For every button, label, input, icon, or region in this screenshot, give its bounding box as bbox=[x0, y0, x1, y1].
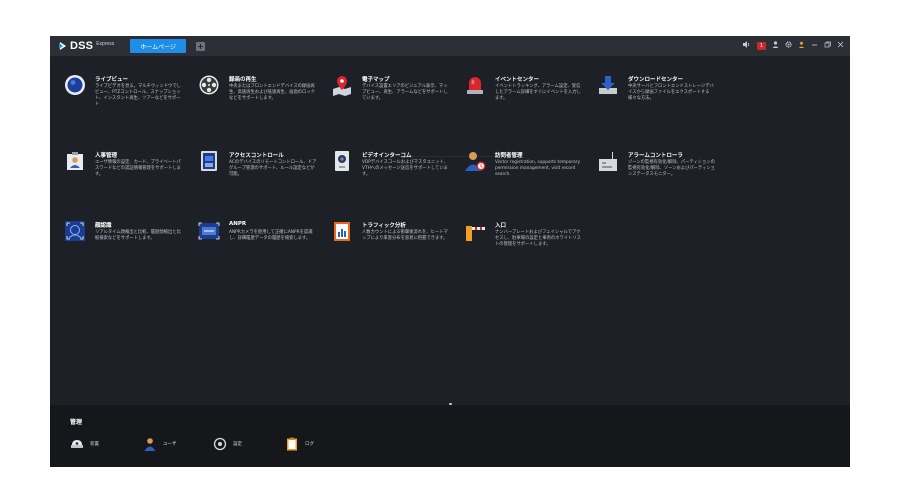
management-item-label: ユーザ bbox=[163, 442, 177, 447]
management-item-logs[interactable]: ログ bbox=[285, 437, 314, 451]
user-icon[interactable] bbox=[772, 36, 779, 56]
module-face-recognition[interactable]: 顔認識 リアルタイム顔検出と比較、履歴顔検出と比較検索などをサポートします。 bbox=[64, 220, 189, 270]
module-title: イベントセンター bbox=[495, 77, 540, 83]
visitor-icon bbox=[465, 152, 486, 171]
management-item-label: 装置 bbox=[90, 442, 99, 447]
user-icon bbox=[144, 438, 156, 451]
module-playback[interactable]: 録画の再生 中央またはフロントエンドデバイスの録画再生、高速再生および低速再生、… bbox=[198, 74, 323, 124]
module-description: 中央サーバとフロントエンドストレージデバイスから録画ファイルをエクスポートする様… bbox=[628, 84, 714, 101]
module-access-control[interactable]: アクセスコントロール ACのデバイスのリモートコントロール、ドアグループ管理のサ… bbox=[198, 150, 323, 200]
module-title: 録画の再生 bbox=[229, 77, 257, 83]
module-title: アラームコントローラ bbox=[628, 153, 683, 159]
module-title: ライブビュー bbox=[95, 77, 129, 83]
module-description: デバイス設置エリアのビジュアル表示、マップビュー、再生、アラームなどをサポートし… bbox=[362, 84, 448, 101]
license-plate-icon bbox=[198, 222, 220, 240]
module-description: ユーザ情報の設定、カード、プライベートパスワードなどの認証情報管理をサポートしま… bbox=[95, 160, 181, 177]
clipboard-icon bbox=[287, 437, 297, 451]
minimize-icon[interactable] bbox=[811, 36, 818, 56]
intercom-icon bbox=[335, 151, 349, 171]
module-visitor-management[interactable]: 訪問者管理 Visitor registration, supports tem… bbox=[464, 150, 589, 200]
logo-icon bbox=[59, 42, 66, 50]
module-description: VDPデバイスコールおよびマスタユニット、VTHへのメッセージ送信をサポートして… bbox=[362, 160, 448, 177]
module-title: 入口 bbox=[495, 223, 507, 229]
module-video-intercom[interactable]: ビデオインターコム VDPデバイスコールおよびマスタユニット、VTHへのメッセー… bbox=[331, 150, 456, 200]
management-item-label: ログ bbox=[305, 442, 314, 447]
speaker-icon[interactable] bbox=[742, 36, 751, 56]
logo-text: DSS bbox=[70, 40, 94, 52]
module-personnel[interactable]: 人事管理 ユーザ情報の設定、カード、プライベートパスワードなどの認証情報管理をサ… bbox=[64, 150, 189, 200]
module-event-center[interactable]: イベントセンター イベントトラッキング、アラーム設定、受信したアラーム詳細をすぐ… bbox=[464, 74, 589, 124]
add-tab-button[interactable]: + bbox=[195, 41, 205, 51]
id-card-icon bbox=[67, 152, 83, 170]
module-description: Visitor registration, supports temporary… bbox=[495, 160, 581, 177]
bar-chart-icon bbox=[334, 222, 350, 241]
app-window: DSS Express ホームページ + 1 ライブビュー ライブビデオを見る。… bbox=[50, 36, 850, 467]
management-panel: 管理 装置 ユーザ 設定 ログ bbox=[50, 405, 850, 467]
module-title: 電子マップ bbox=[362, 77, 390, 83]
module-description: ACのデバイスのリモートコントロール、ドアグループ管理のサポート、ルール設定など… bbox=[229, 160, 317, 177]
module-alarm-controller[interactable]: アラームコントローラ ゾーンの監視有効化/解除、パーティションの監視有効化/解除… bbox=[597, 150, 722, 200]
module-description: ライブビデオを見る。マルチウィンドウでしビュー、PTZコントロール、スナップショ… bbox=[95, 84, 181, 107]
module-anpr[interactable]: ANPR ANPRカメラを使用して正確にANPRを認識し、詳細履歴データの履歴を… bbox=[198, 220, 323, 270]
management-item-label: 設定 bbox=[233, 442, 242, 447]
restore-icon[interactable] bbox=[824, 36, 831, 56]
title-bar-controls: 1 bbox=[742, 36, 844, 56]
access-panel-icon bbox=[201, 151, 217, 171]
module-description: ナンバープレートおよびフェイシャルでアクセスし、駐車場の設定と車両のホワイトリス… bbox=[495, 230, 581, 247]
film-reel-icon bbox=[199, 75, 219, 95]
management-item-devices[interactable]: 装置 bbox=[70, 437, 99, 451]
module-entrance[interactable]: 入口 ナンバープレートおよびフェイシャルでアクセスし、駐車場の設定と車両のホワイ… bbox=[464, 220, 589, 270]
module-title: ダウンロードセンター bbox=[628, 77, 684, 83]
alarm-count-badge[interactable]: 1 bbox=[756, 42, 766, 50]
module-title: ビデオインターコム bbox=[362, 153, 412, 159]
management-title: 管理 bbox=[70, 419, 83, 426]
module-title: トラフィック分析 bbox=[362, 223, 406, 229]
barrier-gate-icon bbox=[466, 226, 485, 241]
gear-icon[interactable] bbox=[785, 36, 792, 56]
tab-home[interactable]: ホームページ bbox=[130, 39, 186, 53]
module-download-center[interactable]: ダウンロードセンター 中央サーバとフロントエンドストレージデバイスから録画ファイ… bbox=[597, 74, 722, 124]
module-title: 顔認識 bbox=[95, 223, 112, 229]
module-traffic-analysis[interactable]: トラフィック分析 人数カウントによる衝撃後流れを、ヒートマップにより来客分布を容… bbox=[331, 220, 456, 270]
management-item-users[interactable]: ユーザ bbox=[143, 437, 176, 451]
title-bar: DSS Express ホームページ + 1 bbox=[50, 36, 850, 56]
close-icon[interactable] bbox=[837, 36, 844, 56]
module-title: 人事管理 bbox=[95, 153, 118, 159]
alarm-light-icon bbox=[467, 77, 483, 94]
module-title: ANPR bbox=[229, 221, 247, 227]
download-icon bbox=[599, 76, 617, 94]
module-title: 訪問者管理 bbox=[495, 153, 523, 159]
map-pin-icon bbox=[333, 76, 351, 96]
face-scan-icon bbox=[65, 221, 85, 241]
module-title: アクセスコントロール bbox=[229, 153, 284, 159]
module-description: 人数カウントによる衝撃後流れを、ヒートマップにより来客分布を容易に把握できます。 bbox=[362, 230, 448, 241]
camera-icon bbox=[71, 440, 83, 448]
module-emap[interactable]: 電子マップ デバイス設置エリアのビジュアル表示、マップビュー、再生、アラームなど… bbox=[331, 74, 456, 124]
app-logo: DSS Express bbox=[58, 36, 114, 56]
module-description: イベントトラッキング、アラーム設定、受信したアラーム詳細をすぐにイベントを入力し… bbox=[495, 84, 581, 101]
live-view-icon bbox=[65, 75, 85, 95]
alarm-controller-icon bbox=[599, 152, 617, 171]
settings-icon bbox=[213, 437, 227, 451]
module-description: リアルタイム顔検出と比較、履歴顔検出と比較検索などをサポートします。 bbox=[95, 230, 181, 241]
management-item-settings[interactable]: 設定 bbox=[213, 437, 242, 451]
module-description: 中央またはフロントエンドデバイスの録画再生、高速再生および低速再生、画面のロック… bbox=[229, 84, 315, 101]
module-description: ANPRカメラを使用して正確にANPRを認識し、詳細履歴データの履歴を検索します… bbox=[229, 230, 313, 241]
logo-subtitle: Express bbox=[96, 41, 115, 47]
module-description: ゾーンの監視有効化/解除、パーティションの監視有効化/解除、ゾーンおよびパーティ… bbox=[628, 160, 715, 177]
account-icon[interactable] bbox=[798, 36, 805, 56]
module-live-view[interactable]: ライブビュー ライブビデオを見る。マルチウィンドウでしビュー、PTZコントロール… bbox=[64, 74, 189, 124]
